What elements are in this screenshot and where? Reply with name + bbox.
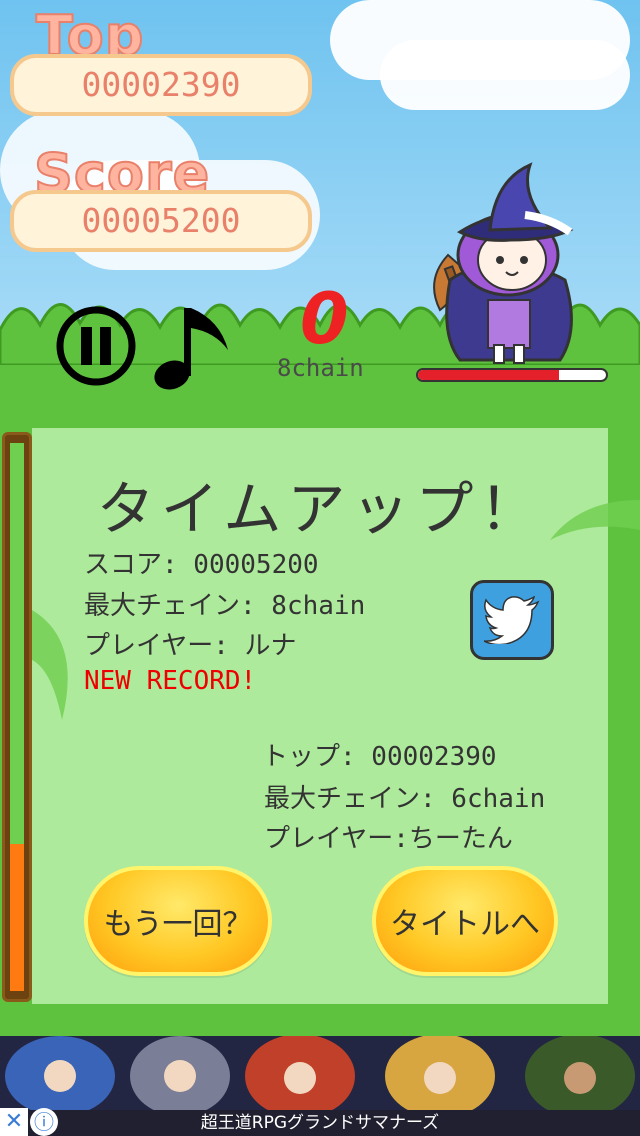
result-max-chain: 最大チェイン: 8chain	[84, 591, 366, 621]
chain-counter: 0	[300, 278, 349, 360]
twitter-bird-icon	[484, 596, 540, 644]
ad-caption[interactable]: 超王道RPGグランドサマナーズ	[0, 1110, 640, 1136]
time-up-title: タイムアップ！	[96, 475, 544, 543]
ad-artwork	[0, 1036, 640, 1118]
retry-button[interactable]: もう一回？	[84, 866, 272, 976]
top-record-score: トップ: 00002390	[262, 742, 497, 772]
to-title-button[interactable]: タイトルへ	[372, 866, 558, 976]
time-gauge-fill	[10, 844, 24, 991]
game-screen: Top 00002390 Score 00005200 0 8chain タイム…	[0, 0, 640, 1136]
leaf-decoration	[32, 610, 68, 720]
witch-character	[433, 162, 574, 364]
close-icon[interactable]: ✕	[0, 1108, 28, 1136]
cloud	[380, 40, 630, 110]
top-score-value: 00002390	[81, 65, 241, 104]
hp-bar	[416, 368, 608, 382]
music-note-icon[interactable]	[150, 300, 235, 395]
top-record-max-chain: 最大チェイン: 6chain	[264, 784, 546, 814]
score-box: 00005200	[10, 190, 312, 252]
info-icon[interactable]: ⓘ	[30, 1108, 58, 1136]
top-record-player: プレイヤー:ちーたん	[264, 824, 513, 854]
top-score-box: 00002390	[10, 54, 312, 116]
chain-label: 8chain	[277, 354, 364, 382]
result-player: プレイヤー: ルナ	[84, 631, 297, 661]
result-score: スコア: 00005200	[84, 550, 319, 580]
new-record-label: NEW RECORD!	[84, 666, 257, 696]
pause-icon[interactable]	[55, 305, 137, 387]
twitter-share-button[interactable]	[470, 580, 554, 660]
score-value: 00005200	[81, 201, 241, 240]
hp-bar-fill	[418, 370, 559, 380]
